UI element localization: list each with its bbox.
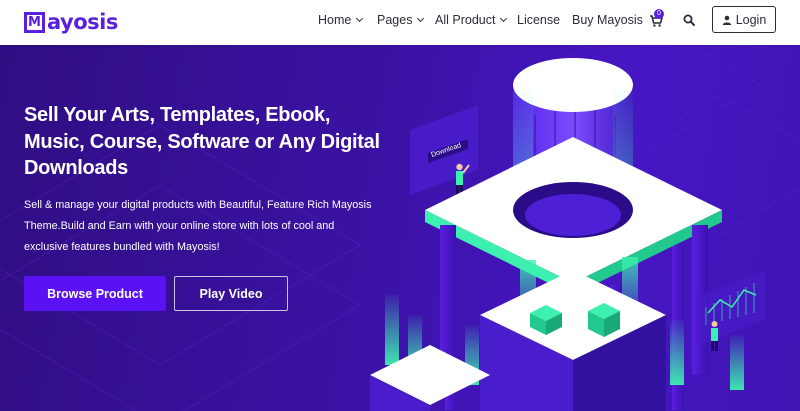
nav-item-home[interactable]: Home (318, 13, 364, 27)
play-video-button[interactable]: Play Video (174, 276, 288, 311)
nav-item-label: All Product (435, 13, 496, 27)
hero-title: Sell Your Arts, Templates, Ebook, Music,… (24, 104, 380, 179)
hero-illustration: Download (370, 58, 765, 411)
user-icon (722, 15, 731, 25)
hero-description: Sell & manage your digital products with… (24, 199, 372, 253)
browse-product-button[interactable]: Browse Product (24, 276, 166, 311)
chevron-down-icon (417, 14, 425, 23)
nav-item-label: Buy Mayosis (572, 13, 643, 27)
nav-item-pages[interactable]: Pages (377, 13, 425, 27)
cart-count-badge: 0 (654, 9, 664, 19)
person-figure-right (711, 321, 718, 351)
nav-item-label: License (517, 13, 561, 27)
nav-item-label: Pages (377, 13, 413, 27)
hero-section: Sell Your Arts, Templates, Ebook, Music,… (0, 45, 800, 411)
chevron-down-icon (500, 14, 508, 23)
nav-item-label: Home (318, 13, 352, 27)
chevron-down-icon (356, 14, 364, 23)
brand-logo[interactable]: M ayosis (24, 8, 118, 36)
nav-item-buy-mayosis[interactable]: Buy Mayosis (572, 13, 643, 27)
login-label: Login (735, 12, 767, 27)
login-button[interactable]: Login (712, 6, 776, 33)
search-icon[interactable] (683, 14, 695, 26)
chart-panel (700, 270, 765, 345)
nav-item-license[interactable]: License (517, 13, 560, 27)
logo-mark: M (24, 11, 45, 33)
site-header: M ayosis Home Pages All Product License … (0, 0, 800, 45)
nav-item-all-product[interactable]: All Product (435, 13, 508, 27)
download-sign-panel: Download (410, 105, 478, 195)
logo-text: ayosis (47, 10, 118, 34)
